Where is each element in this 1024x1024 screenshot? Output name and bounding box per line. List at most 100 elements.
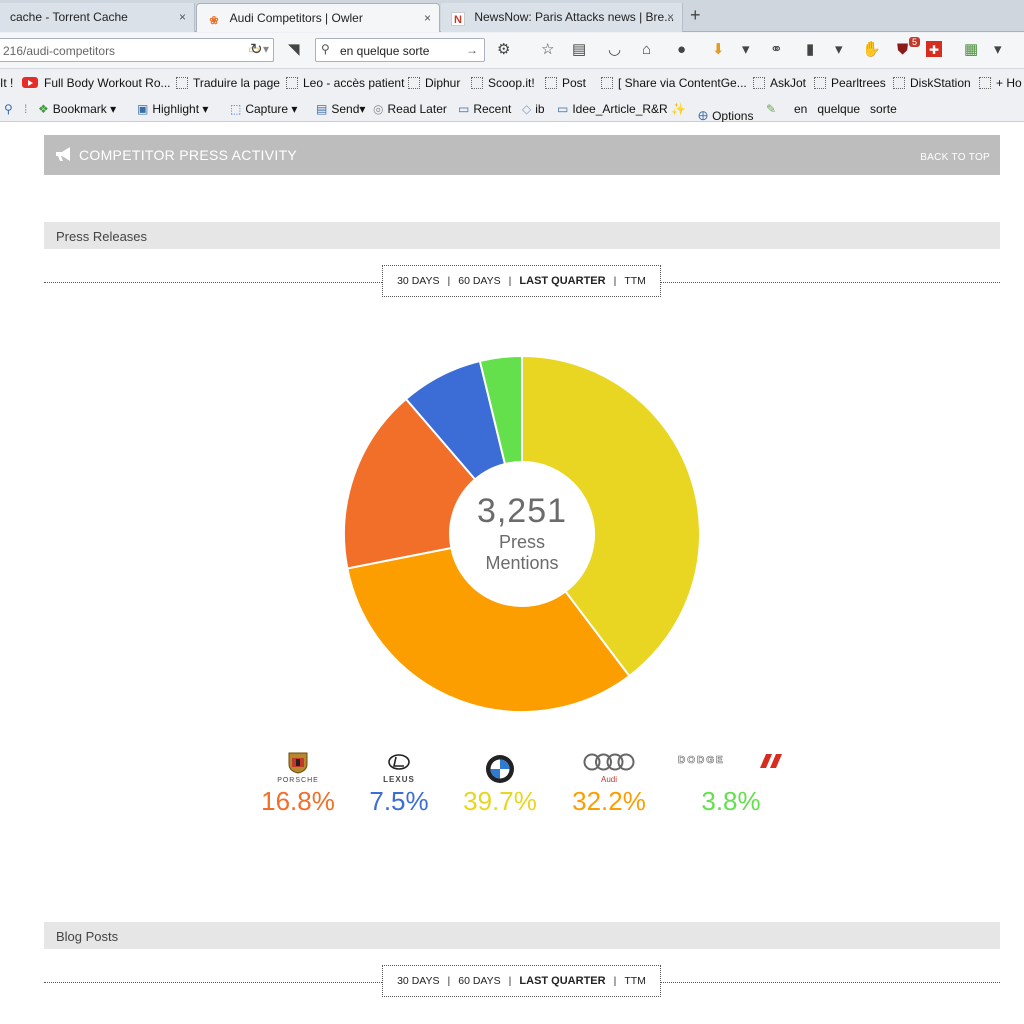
home-icon[interactable]: ⌂ [642, 41, 651, 59]
read-later-button[interactable]: ◎ Read Later [373, 102, 447, 116]
period-30-days[interactable]: 30 DAYS [397, 275, 439, 287]
period-ttm[interactable]: TTM [624, 275, 646, 287]
bookmarks-bar: It ! Full Body Workout Ro... Traduire la… [0, 70, 1024, 96]
page-icon [176, 77, 188, 89]
dropdown-arrow-icon[interactable]: ▾ [994, 41, 1002, 59]
extension-icon[interactable]: ⚙ [497, 41, 510, 59]
bookmark-item[interactable]: DiskStation [893, 76, 971, 90]
legend-item-dodge[interactable]: DODGE 3.8% [676, 752, 786, 817]
period-30-days[interactable]: 30 DAYS [397, 975, 439, 987]
hand-icon[interactable]: ✋ [862, 41, 881, 59]
bookmark-item[interactable]: Traduire la page [176, 76, 280, 90]
period-ttm[interactable]: TTM [624, 975, 646, 987]
bmw-logo-icon [445, 752, 555, 786]
lexus-logo-text: LEXUS [383, 775, 415, 784]
dropdown-arrow-icon: ▾ [110, 102, 117, 116]
pencil-icon[interactable]: ✎ [766, 102, 776, 116]
page-icon [471, 77, 483, 89]
plus-ext-icon[interactable]: ✚ [926, 41, 942, 57]
pocket-icon[interactable]: ◡ [608, 41, 621, 59]
new-tab-button[interactable]: + [690, 5, 701, 26]
page-icon [753, 77, 765, 89]
bookmark-item-youtube[interactable]: Full Body Workout Ro... [22, 76, 171, 90]
highlight-button[interactable]: ▣ Highlight ▾ [137, 102, 208, 116]
bookmark-item[interactable]: It ! [0, 76, 13, 90]
bookmark-item[interactable]: Post [545, 76, 586, 90]
recent-folder-button[interactable]: ▭ Recent [458, 102, 511, 116]
star-bookmark-icon[interactable]: ☆ [541, 41, 554, 59]
close-icon[interactable]: × [179, 10, 186, 24]
tab-newsnow[interactable]: N NewsNow: Paris Attacks news | Bre... × [441, 3, 683, 32]
bookmark-item[interactable]: Leo - accès patient [286, 76, 404, 90]
tab-label: Audi Competitors | Owler [229, 11, 363, 25]
bookmark-item[interactable]: + Ho [979, 76, 1022, 90]
owler-favicon-icon: ❀ [209, 15, 219, 27]
back-to-top-link[interactable]: BACK TO TOP [920, 152, 990, 163]
tab-label: cache - Torrent Cache [10, 10, 128, 24]
period-60-days[interactable]: 60 DAYS [458, 975, 500, 987]
dropdown-arrow-icon[interactable]: ▾ [263, 42, 269, 56]
period-separator: | [508, 275, 512, 287]
page-icon [814, 77, 826, 89]
idee-folder-button[interactable]: ▭ Idee_Article_R&R [557, 102, 668, 116]
period-last-quarter[interactable]: LAST QUARTER [519, 275, 605, 287]
legend-item-audi[interactable]: Audi 32.2% [554, 752, 664, 817]
period-separator: | [508, 975, 512, 987]
send-button[interactable]: ▤ Send▾ [316, 102, 365, 116]
legend-item-bmw[interactable]: 39.7% [445, 752, 555, 817]
browser-chrome: cache - Torrent Cache × ❀ Audi Competito… [0, 0, 1024, 123]
search-icon[interactable]: ⚲ [4, 102, 13, 116]
bookmarks-list-icon[interactable]: ▤ [572, 41, 586, 59]
tab-torrent-cache[interactable]: cache - Torrent Cache × [0, 3, 195, 32]
bookmark-item[interactable]: [ Share via ContentGe... [601, 76, 747, 90]
newsnow-favicon-icon: N [451, 12, 465, 26]
dropdown-arrow-icon[interactable]: ▾ [742, 41, 750, 59]
share-icon[interactable]: ⚭ [770, 41, 783, 59]
bookmark-item[interactable]: Pearltrees [814, 76, 886, 90]
sparkle-icon[interactable]: ✨ [671, 102, 686, 116]
clipboard-icon[interactable]: ▮ [806, 41, 814, 59]
translate-icon[interactable]: ▦ [964, 41, 978, 59]
period-60-days[interactable]: 60 DAYS [458, 275, 500, 287]
grip-icon: ⁞ [24, 102, 28, 116]
download-icon[interactable]: ⬇ [712, 41, 725, 59]
legend-item-lexus[interactable]: LEXUS 7.5% [344, 752, 454, 817]
close-icon[interactable]: × [424, 11, 431, 25]
url-bar[interactable]: 216/audi-competitors ▭ ▾ [0, 38, 274, 62]
legend-pct-audi: 32.2% [572, 786, 646, 816]
ublock-icon[interactable]: ⛊ [897, 41, 908, 59]
legend-pct-dodge: 3.8% [701, 786, 761, 816]
period-last-quarter[interactable]: LAST QUARTER [519, 975, 605, 987]
total-label-line-1: Press [498, 532, 545, 552]
capture-button[interactable]: ⬚ Capture ▾ [230, 102, 297, 116]
search-input[interactable]: ⚲ en quelque sorte → [315, 38, 485, 62]
dodge-logo-text: DODGE [678, 755, 725, 767]
notification-count-badge: 5 [909, 37, 921, 47]
ib-button[interactable]: ◇ ib [522, 102, 545, 116]
read-later-icon: ◎ [373, 102, 384, 116]
tab-strip: cache - Torrent Cache × ❀ Audi Competito… [0, 0, 1024, 32]
search-icon: ⚲ [321, 42, 330, 56]
search-value: en quelque sorte [340, 44, 430, 58]
dropdown-arrow-icon: ▾ [359, 102, 366, 116]
press-releases-subheader: Press Releases [44, 222, 1000, 249]
dodge-logo-icon: DODGE [676, 752, 786, 786]
legend-item-porsche[interactable]: PORSCHE 16.8% [243, 752, 353, 817]
rss-icon[interactable]: ◥ [288, 41, 300, 59]
bookmark-item[interactable]: Scoop.it! [471, 76, 535, 90]
toolbar-words[interactable]: en quelque sorte [794, 102, 897, 116]
bookmark-item[interactable]: AskJot [753, 76, 806, 90]
tab-audi-competitors[interactable]: ❀ Audi Competitors | Owler × [196, 3, 440, 32]
reload-icon[interactable]: ↻ [250, 41, 263, 59]
tag-icon: ◇ [522, 102, 532, 116]
bookmark-item[interactable]: Diphur [408, 76, 460, 90]
page-icon [408, 77, 420, 89]
page-icon [893, 77, 905, 89]
audi-logo-text: Audi [600, 775, 617, 784]
close-icon[interactable]: × [667, 10, 674, 24]
total-press-mentions-value: 3,251 [476, 492, 568, 530]
dropdown-arrow-icon[interactable]: ▾ [835, 41, 843, 59]
chat-icon[interactable]: ● [677, 41, 686, 59]
search-go-icon[interactable]: → [466, 43, 478, 57]
bookmark-button[interactable]: ❖ Bookmark ▾ [38, 102, 116, 116]
